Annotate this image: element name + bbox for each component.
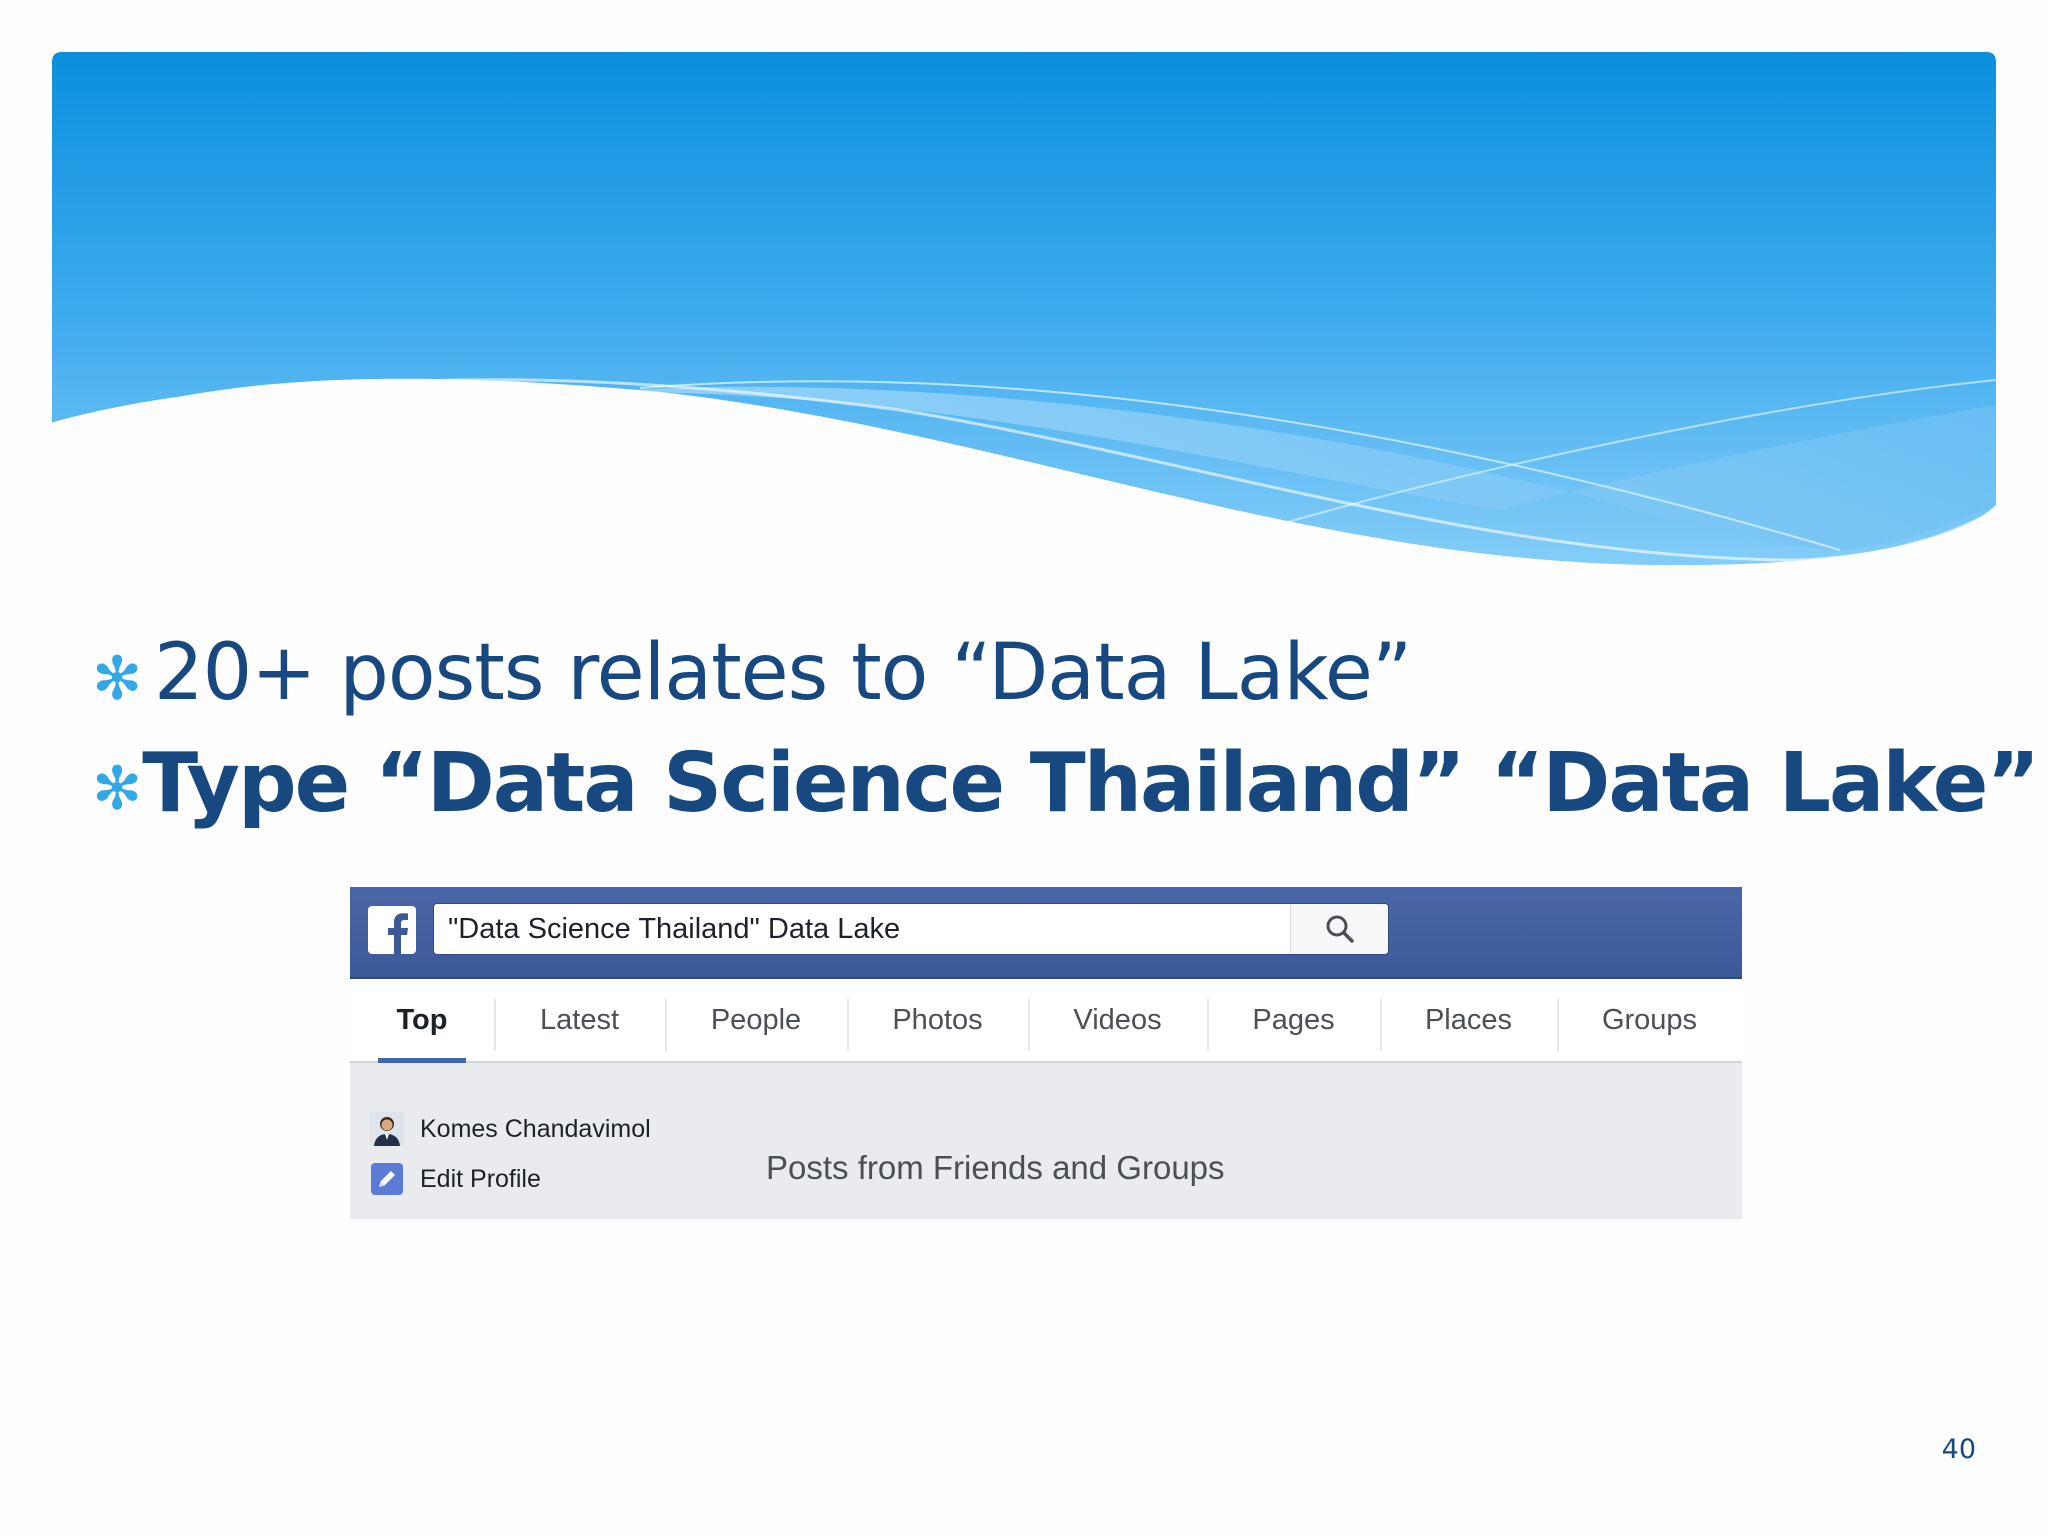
avatar	[370, 1112, 404, 1146]
bullet-item: ✻ 20+ posts relates to “Data Lake”	[92, 618, 1992, 728]
page-number: 40	[1941, 1434, 1976, 1465]
search-box	[433, 903, 1389, 955]
bullet-text: Type “Data Science Thailand” “Data Lake”	[142, 735, 2040, 831]
bullet-text: 20+ posts relates to “Data Lake”	[154, 628, 1412, 718]
edit-profile-label: Edit Profile	[420, 1164, 541, 1193]
slide: ✻ 20+ posts relates to “Data Lake” ✻ Typ…	[0, 0, 2048, 1536]
asterisk-bullet-icon: ✻	[92, 644, 143, 714]
facebook-top-bar	[350, 887, 1742, 979]
tab-latest[interactable]: Latest	[494, 979, 665, 1061]
pencil-icon	[371, 1163, 403, 1195]
tab-photos[interactable]: Photos	[847, 979, 1028, 1061]
tab-pages[interactable]: Pages	[1207, 979, 1380, 1061]
edit-profile-link[interactable]: Edit Profile	[370, 1154, 651, 1204]
profile-name: Komes Chandavimol	[420, 1114, 651, 1143]
asterisk-bullet-icon: ✻	[92, 754, 143, 824]
search-button[interactable]	[1290, 904, 1388, 954]
bullet-list: ✻ 20+ posts relates to “Data Lake” ✻ Typ…	[92, 618, 2040, 838]
tab-top[interactable]: Top	[350, 979, 494, 1063]
facebook-logo-icon[interactable]	[368, 906, 416, 954]
tab-people[interactable]: People	[665, 979, 847, 1061]
search-icon	[1326, 915, 1354, 943]
bullet-item: ✻ Type “Data Science Thailand” “Data Lak…	[92, 728, 2040, 838]
search-tabs: Top Latest People Photos Videos Pages Pl…	[350, 979, 1742, 1063]
profile-link[interactable]: Komes Chandavimol	[370, 1104, 651, 1154]
facebook-search-screenshot: Top Latest People Photos Videos Pages Pl…	[350, 887, 1742, 1219]
tab-places[interactable]: Places	[1380, 979, 1557, 1061]
header-wave-banner	[0, 52, 2048, 600]
tab-groups[interactable]: Groups	[1557, 979, 1742, 1061]
search-input[interactable]	[434, 904, 1294, 954]
left-sidebar: Komes Chandavimol Edit Profile	[370, 1104, 651, 1204]
tab-videos[interactable]: Videos	[1028, 979, 1207, 1061]
section-title: Posts from Friends and Groups	[766, 1149, 1225, 1186]
